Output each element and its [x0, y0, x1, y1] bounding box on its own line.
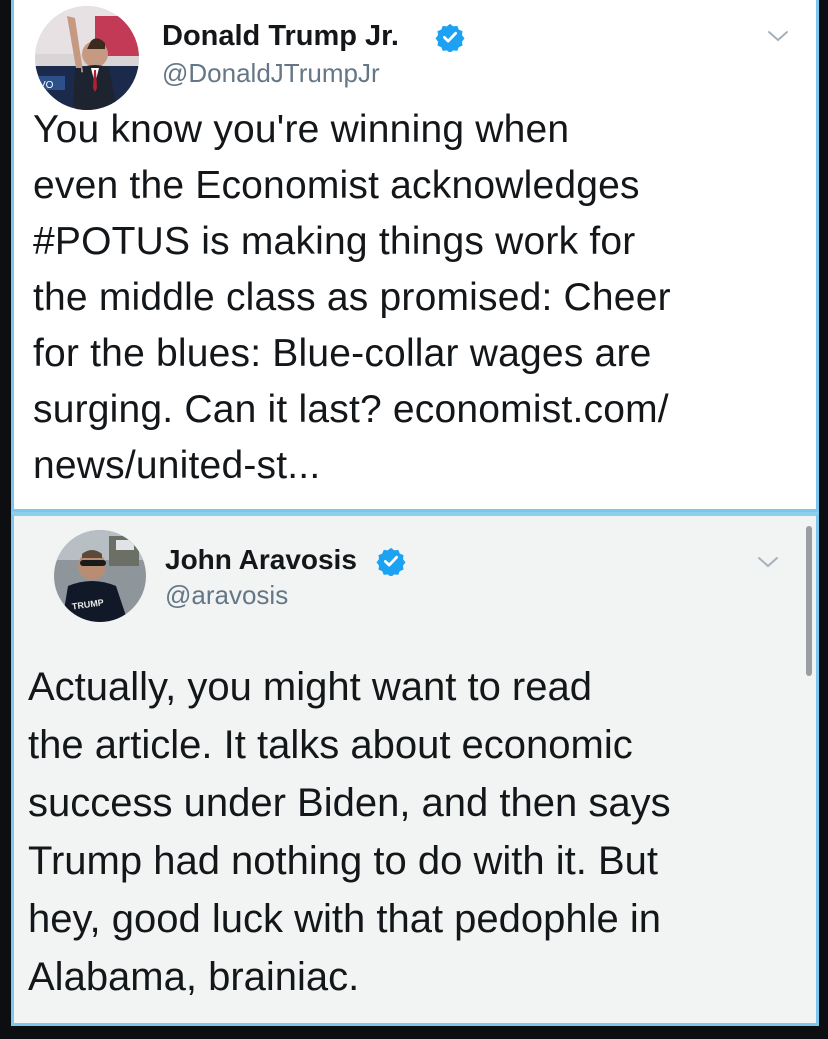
tweet-text: Actually, you might want to read the art… — [28, 665, 671, 999]
chevron-down-icon[interactable] — [756, 554, 780, 570]
verified-badge-icon — [435, 23, 465, 52]
tweet-card-donald-trump-jr[interactable]: VO Donald Trump Jr. @DonaldJTrumpJr You … — [11, 0, 819, 512]
display-name[interactable]: John Aravosis — [165, 544, 357, 576]
svg-text:VO: VO — [39, 80, 54, 91]
handle[interactable]: @aravosis — [165, 580, 288, 611]
scrollbar[interactable] — [806, 526, 812, 676]
screenshot-frame: VO Donald Trump Jr. @DonaldJTrumpJr You … — [0, 0, 828, 1039]
tweet-text: You know you're winning when even the Ec… — [33, 108, 671, 487]
avatar[interactable]: TRUMP — [54, 530, 146, 622]
chevron-down-icon[interactable] — [766, 28, 790, 44]
avatar[interactable]: VO — [35, 6, 139, 110]
handle[interactable]: @DonaldJTrumpJr — [162, 58, 380, 89]
verified-badge-icon — [376, 547, 406, 576]
display-name[interactable]: Donald Trump Jr. — [162, 20, 399, 53]
bottom-strip — [0, 1026, 828, 1039]
tweet-card-john-aravosis[interactable]: TRUMP John Aravosis @aravosis Actually, … — [11, 512, 819, 1026]
